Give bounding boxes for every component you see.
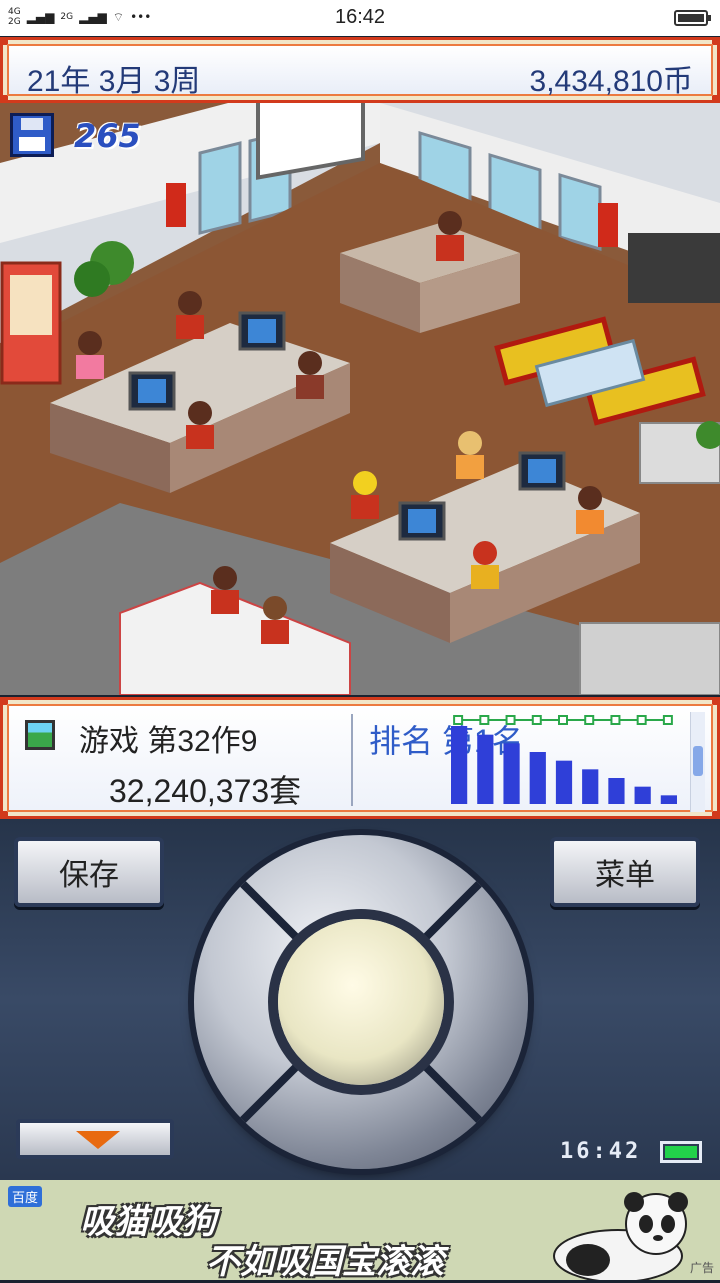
game-clock: 16:42: [560, 1139, 642, 1164]
frame-corner: [712, 697, 720, 705]
scrollbar-thumb[interactable]: [693, 746, 703, 776]
office-illustration: [0, 103, 720, 695]
rank-marker: [610, 715, 621, 725]
pad-center-button[interactable]: [278, 919, 444, 1085]
game-date: 21年 3月 3周: [27, 65, 201, 98]
research-points: 265: [74, 117, 141, 155]
panel-divider: [351, 714, 353, 806]
top-info-bar: 21年 3月 3周 3,434,810币: [0, 37, 720, 103]
rank-bar-chart: [451, 715, 677, 804]
rank-bar: [529, 752, 546, 804]
rank-marker: [636, 715, 647, 725]
game-info-panel[interactable]: 游戏 第32作9 32,240,373套 排名 第1名: [0, 697, 720, 819]
game-cover-icon: [25, 720, 55, 750]
menu-button[interactable]: 菜单: [550, 837, 700, 907]
rank-marker: [531, 715, 542, 725]
frame-corner: [0, 95, 8, 103]
office-scene[interactable]: 265: [0, 103, 720, 695]
rank-bar: [451, 726, 468, 804]
controller-area: 保存 菜单 16:42: [0, 819, 720, 1180]
rank-bar: [608, 778, 625, 804]
frame-corner: [712, 95, 720, 103]
rank-bar: [503, 743, 520, 804]
game-title: 游戏 第32作9: [79, 725, 258, 758]
frame-corner: [712, 811, 720, 819]
rank-bar: [477, 734, 494, 804]
status-time: 16:42: [334, 6, 386, 28]
frame-corner: [0, 811, 8, 819]
directional-pad[interactable]: [194, 835, 528, 1169]
rank-bar: [660, 795, 677, 804]
floppy-disk-icon: [10, 113, 54, 157]
rank-marker: [505, 715, 516, 725]
rank-bar: [555, 760, 573, 804]
down-arrow-icon: [76, 1131, 120, 1149]
scroll-down-button[interactable]: [16, 1119, 174, 1159]
system-status-bar: 4G 2G ▂▄▆ 2G ▂▄▆ ⌔ ••• 16:42: [0, 0, 720, 36]
game-battery-icon: [660, 1141, 702, 1163]
rank-bar: [582, 769, 599, 804]
panda-icon: [553, 1192, 688, 1280]
money-counter: 3,434,810币: [529, 65, 693, 98]
ad-headline: 吸猫吸狗: [80, 1202, 216, 1242]
battery-icon: [674, 10, 711, 26]
ad-banner[interactable]: 百度 吸猫吸狗 不如吸国宝滚滚 广告: [0, 1180, 720, 1282]
save-button[interactable]: 保存: [14, 837, 164, 907]
baidu-logo: 百度: [8, 1186, 43, 1207]
ad-subline: 不如吸国宝滚滚: [206, 1242, 444, 1282]
rank-marker: [453, 715, 464, 725]
rank-marker: [584, 715, 595, 725]
sales-count: 32,240,373套: [109, 773, 302, 809]
rank-bar: [634, 786, 651, 804]
rank-marker: [558, 715, 568, 725]
rank-marker: [479, 715, 490, 725]
frame-corner: [712, 37, 720, 45]
panel-scrollbar[interactable]: [690, 712, 705, 812]
rank-marker: [662, 715, 673, 725]
ad-label: 广告: [689, 1261, 714, 1275]
